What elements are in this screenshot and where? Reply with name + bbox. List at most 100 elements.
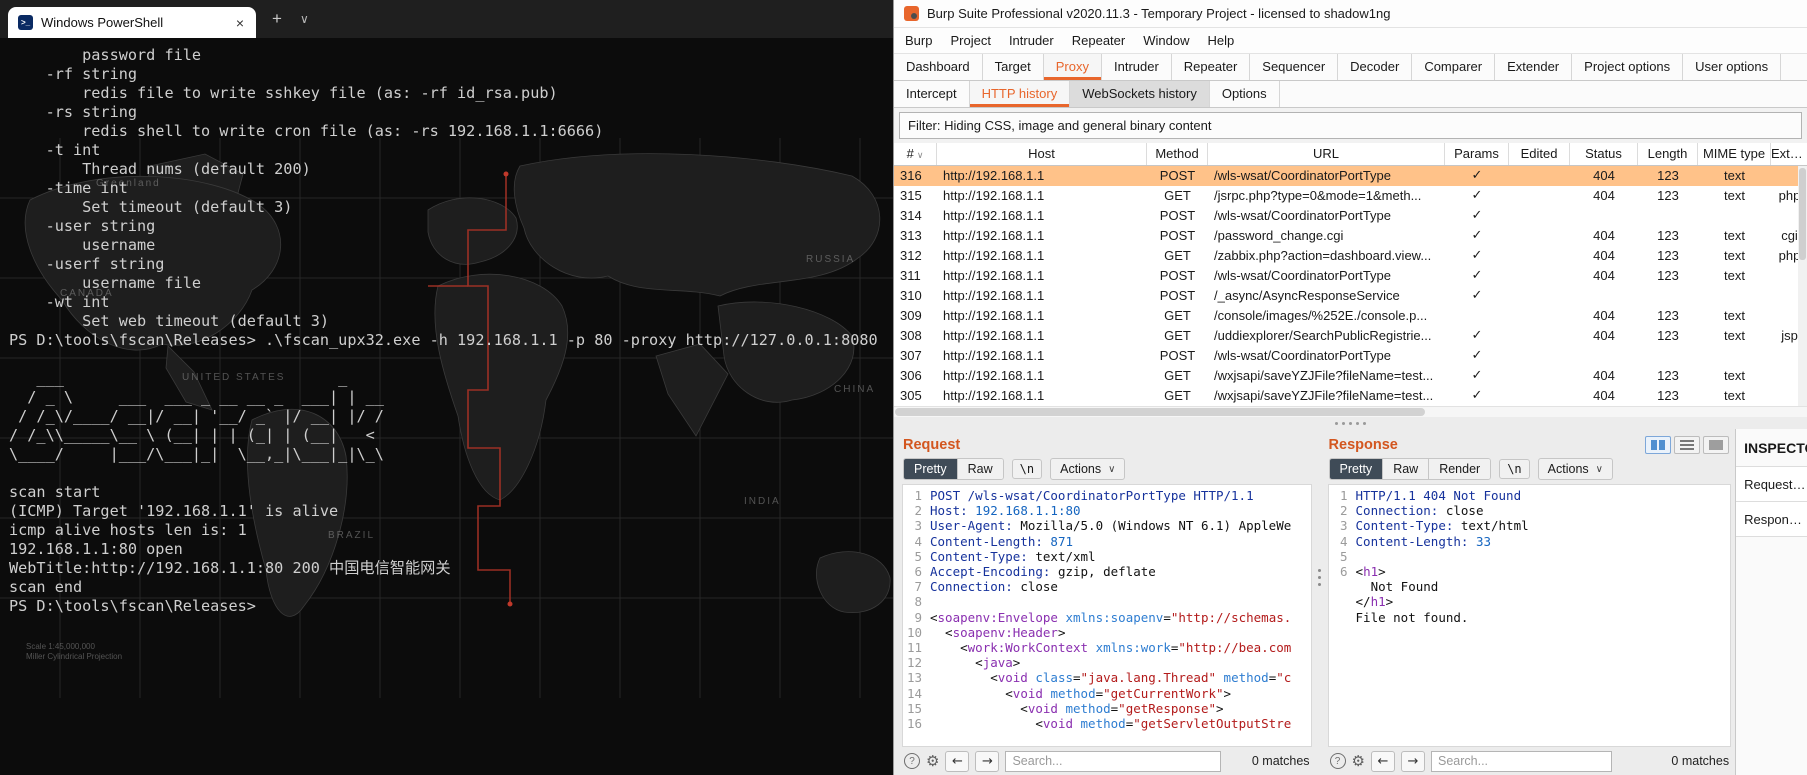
help-icon[interactable]: ? [1329,753,1346,769]
tab-repeater[interactable]: Repeater [1172,54,1251,80]
column-header-edited[interactable]: Edited [1509,143,1570,165]
inspector-section-request-attributes[interactable]: Request Attributes [1736,466,1807,502]
code-token: > [1223,685,1232,701]
code-text: Connection: close [930,579,1058,594]
column-header-mime-type[interactable]: MIME type [1698,143,1771,165]
tab-proxy[interactable]: Proxy [1043,54,1102,80]
table-horizontal-scrollbar[interactable] [894,406,1807,417]
next-match-button[interactable]: → [975,750,1000,772]
response-actions-button[interactable]: Actions ∨ [1537,458,1613,480]
cell-edited [1509,246,1570,266]
subtab-http-history[interactable]: HTTP history [969,81,1071,107]
cell-url: /wxjsapi/saveYZJFile?fileName=test... [1214,368,1434,383]
code-text: Not Found [1356,579,1439,594]
subtab-intercept[interactable]: Intercept [894,81,970,107]
cell-host: http://192.168.1.1 [943,228,1045,243]
table-row[interactable]: 308 http://192.168.1.1 GET/uddiexplorer/Se… [894,326,1807,346]
response-newline-toggle[interactable]: \n [1499,459,1530,479]
table-row[interactable]: 316 http://192.168.1.1 POST/wls-wsat/Coord… [894,166,1807,186]
tab-user-options[interactable]: User options [1683,54,1782,80]
column-header-method[interactable]: Method [1147,143,1208,165]
tab-extender[interactable]: Extender [1495,54,1573,80]
code-text: </h1> [1356,594,1394,609]
code-token: java [982,655,1013,671]
panel-splitter[interactable] [1316,429,1324,775]
column-header-params[interactable]: Params [1445,143,1509,165]
column-header-status[interactable]: Status [1570,143,1638,165]
request-actions-button[interactable]: Actions ∨ [1050,458,1126,480]
table-row[interactable]: 306 http://192.168.1.1 GET/wxjsapi/saveYZJ… [894,366,1807,386]
response-search-input[interactable] [1430,750,1612,772]
menu-intruder[interactable]: Intruder [1000,33,1063,48]
subtab-websockets-history[interactable]: WebSockets history [1070,81,1210,107]
table-row[interactable]: 314 http://192.168.1.1 POST/wls-wsat/Coord… [894,206,1807,226]
request-newline-toggle[interactable]: \n [1011,459,1043,479]
tab-dropdown-icon[interactable]: ∨ [300,12,309,26]
side-by-side-layout-button[interactable] [1645,436,1672,454]
help-icon[interactable]: ? [904,753,920,769]
table-vertical-scrollbar[interactable] [1798,166,1807,406]
menu-help[interactable]: Help [1198,33,1243,48]
request-editor[interactable]: 1 POST /wls-wsat/CoordinatorPortType HTTP… [902,484,1312,747]
response-tab-raw[interactable]: Raw [1383,459,1430,479]
request-tab-raw[interactable]: Raw [957,459,1003,479]
cell-params [1445,306,1509,326]
request-tab-pretty[interactable]: Pretty [904,459,958,479]
column-header-length[interactable]: Length [1638,143,1698,165]
menu-repeater[interactable]: Repeater [1063,33,1134,48]
table-row[interactable]: 311 http://192.168.1.1 POST/wls-wsat/Coord… [894,266,1807,286]
response-tab-pretty[interactable]: Pretty [1329,459,1384,479]
table-row[interactable]: 309 http://192.168.1.1 GET/console/images/… [894,306,1807,326]
terminal-body[interactable]: Greenland RUSSIA CANADA UNITED STATES CHINA I… [0,38,893,775]
single-layout-button[interactable] [1703,436,1730,454]
code-token: h1 [1370,594,1386,610]
column-header-[interactable]: # ∨ [894,143,937,165]
table-row[interactable]: 312 http://192.168.1.1 GET/zabbix.php?acti… [894,246,1807,266]
prev-match-button[interactable]: ← [1370,750,1395,772]
stacked-layout-button[interactable] [1674,436,1701,454]
column-header-host[interactable]: Host [937,143,1147,165]
menu-burp[interactable]: Burp [896,33,941,48]
filter-box[interactable]: Filter: Hiding CSS, image and general bi… [899,112,1802,139]
cell-number: 309 [900,308,922,323]
close-tab-icon[interactable]: × [234,15,246,31]
column-header-url[interactable]: URL [1208,143,1445,165]
table-row[interactable]: 305 http://192.168.1.1 GET/wxjsapi/saveYZJ… [894,386,1807,406]
tab-dashboard[interactable]: Dashboard [894,54,983,80]
cell-url: /wls-wsat/CoordinatorPortType [1214,268,1392,283]
table-row[interactable]: 310 http://192.168.1.1 POST /_async/AsyncRe… [894,286,1807,306]
horizontal-splitter[interactable] [894,417,1807,429]
gear-icon[interactable]: ⚙ [926,753,939,769]
menu-project[interactable]: Project [941,33,999,48]
inspector-section-response-headers[interactable]: Response Headers [1736,501,1807,537]
menu-window[interactable]: Window [1134,33,1198,48]
column-header-extension[interactable]: Extension [1771,143,1807,165]
code-text: <work:WorkContext xmlns:work="http://bea… [930,640,1291,655]
line-number: 10 [906,624,922,640]
code-token: text/html [1453,518,1529,534]
code-text: Accept-Encoding: gzip, deflate [930,564,1156,579]
tab-target[interactable]: Target [983,54,1044,80]
response-tab-render[interactable]: Render [1429,459,1491,479]
inspector-section-label: Response Headers [1744,511,1807,527]
table-row[interactable]: 315 http://192.168.1.1 GET/jsrpc.php?type=… [894,186,1807,206]
gear-icon[interactable]: ⚙ [1352,753,1365,769]
powershell-icon: >_ [18,15,33,30]
table-row[interactable]: 307 http://192.168.1.1 POST/wls-wsat/Coord… [894,346,1807,366]
tab-sequencer[interactable]: Sequencer [1250,54,1339,80]
next-match-button[interactable]: → [1400,750,1425,772]
request-search-input[interactable] [1005,750,1222,772]
tab-project-options[interactable]: Project options [1572,54,1684,80]
tab-decoder[interactable]: Decoder [1338,54,1413,80]
prev-match-button[interactable]: ← [945,750,970,772]
cell-mime-type [1698,206,1771,226]
terminal-tab-powershell[interactable]: >_ Windows PowerShell × [8,7,256,38]
tab-intruder[interactable]: Intruder [1102,54,1172,80]
subtab-options[interactable]: Options [1210,81,1280,107]
table-row[interactable]: 313 http://192.168.1.1 POST/password_chang… [894,226,1807,246]
code-token: "http://bea.com [1178,640,1292,656]
tab-comparer[interactable]: Comparer [1412,54,1496,80]
response-editor[interactable]: 1 HTTP/1.1 404 Not Found 2 Connection: clos… [1327,484,1732,747]
new-tab-button[interactable]: + [272,9,282,29]
